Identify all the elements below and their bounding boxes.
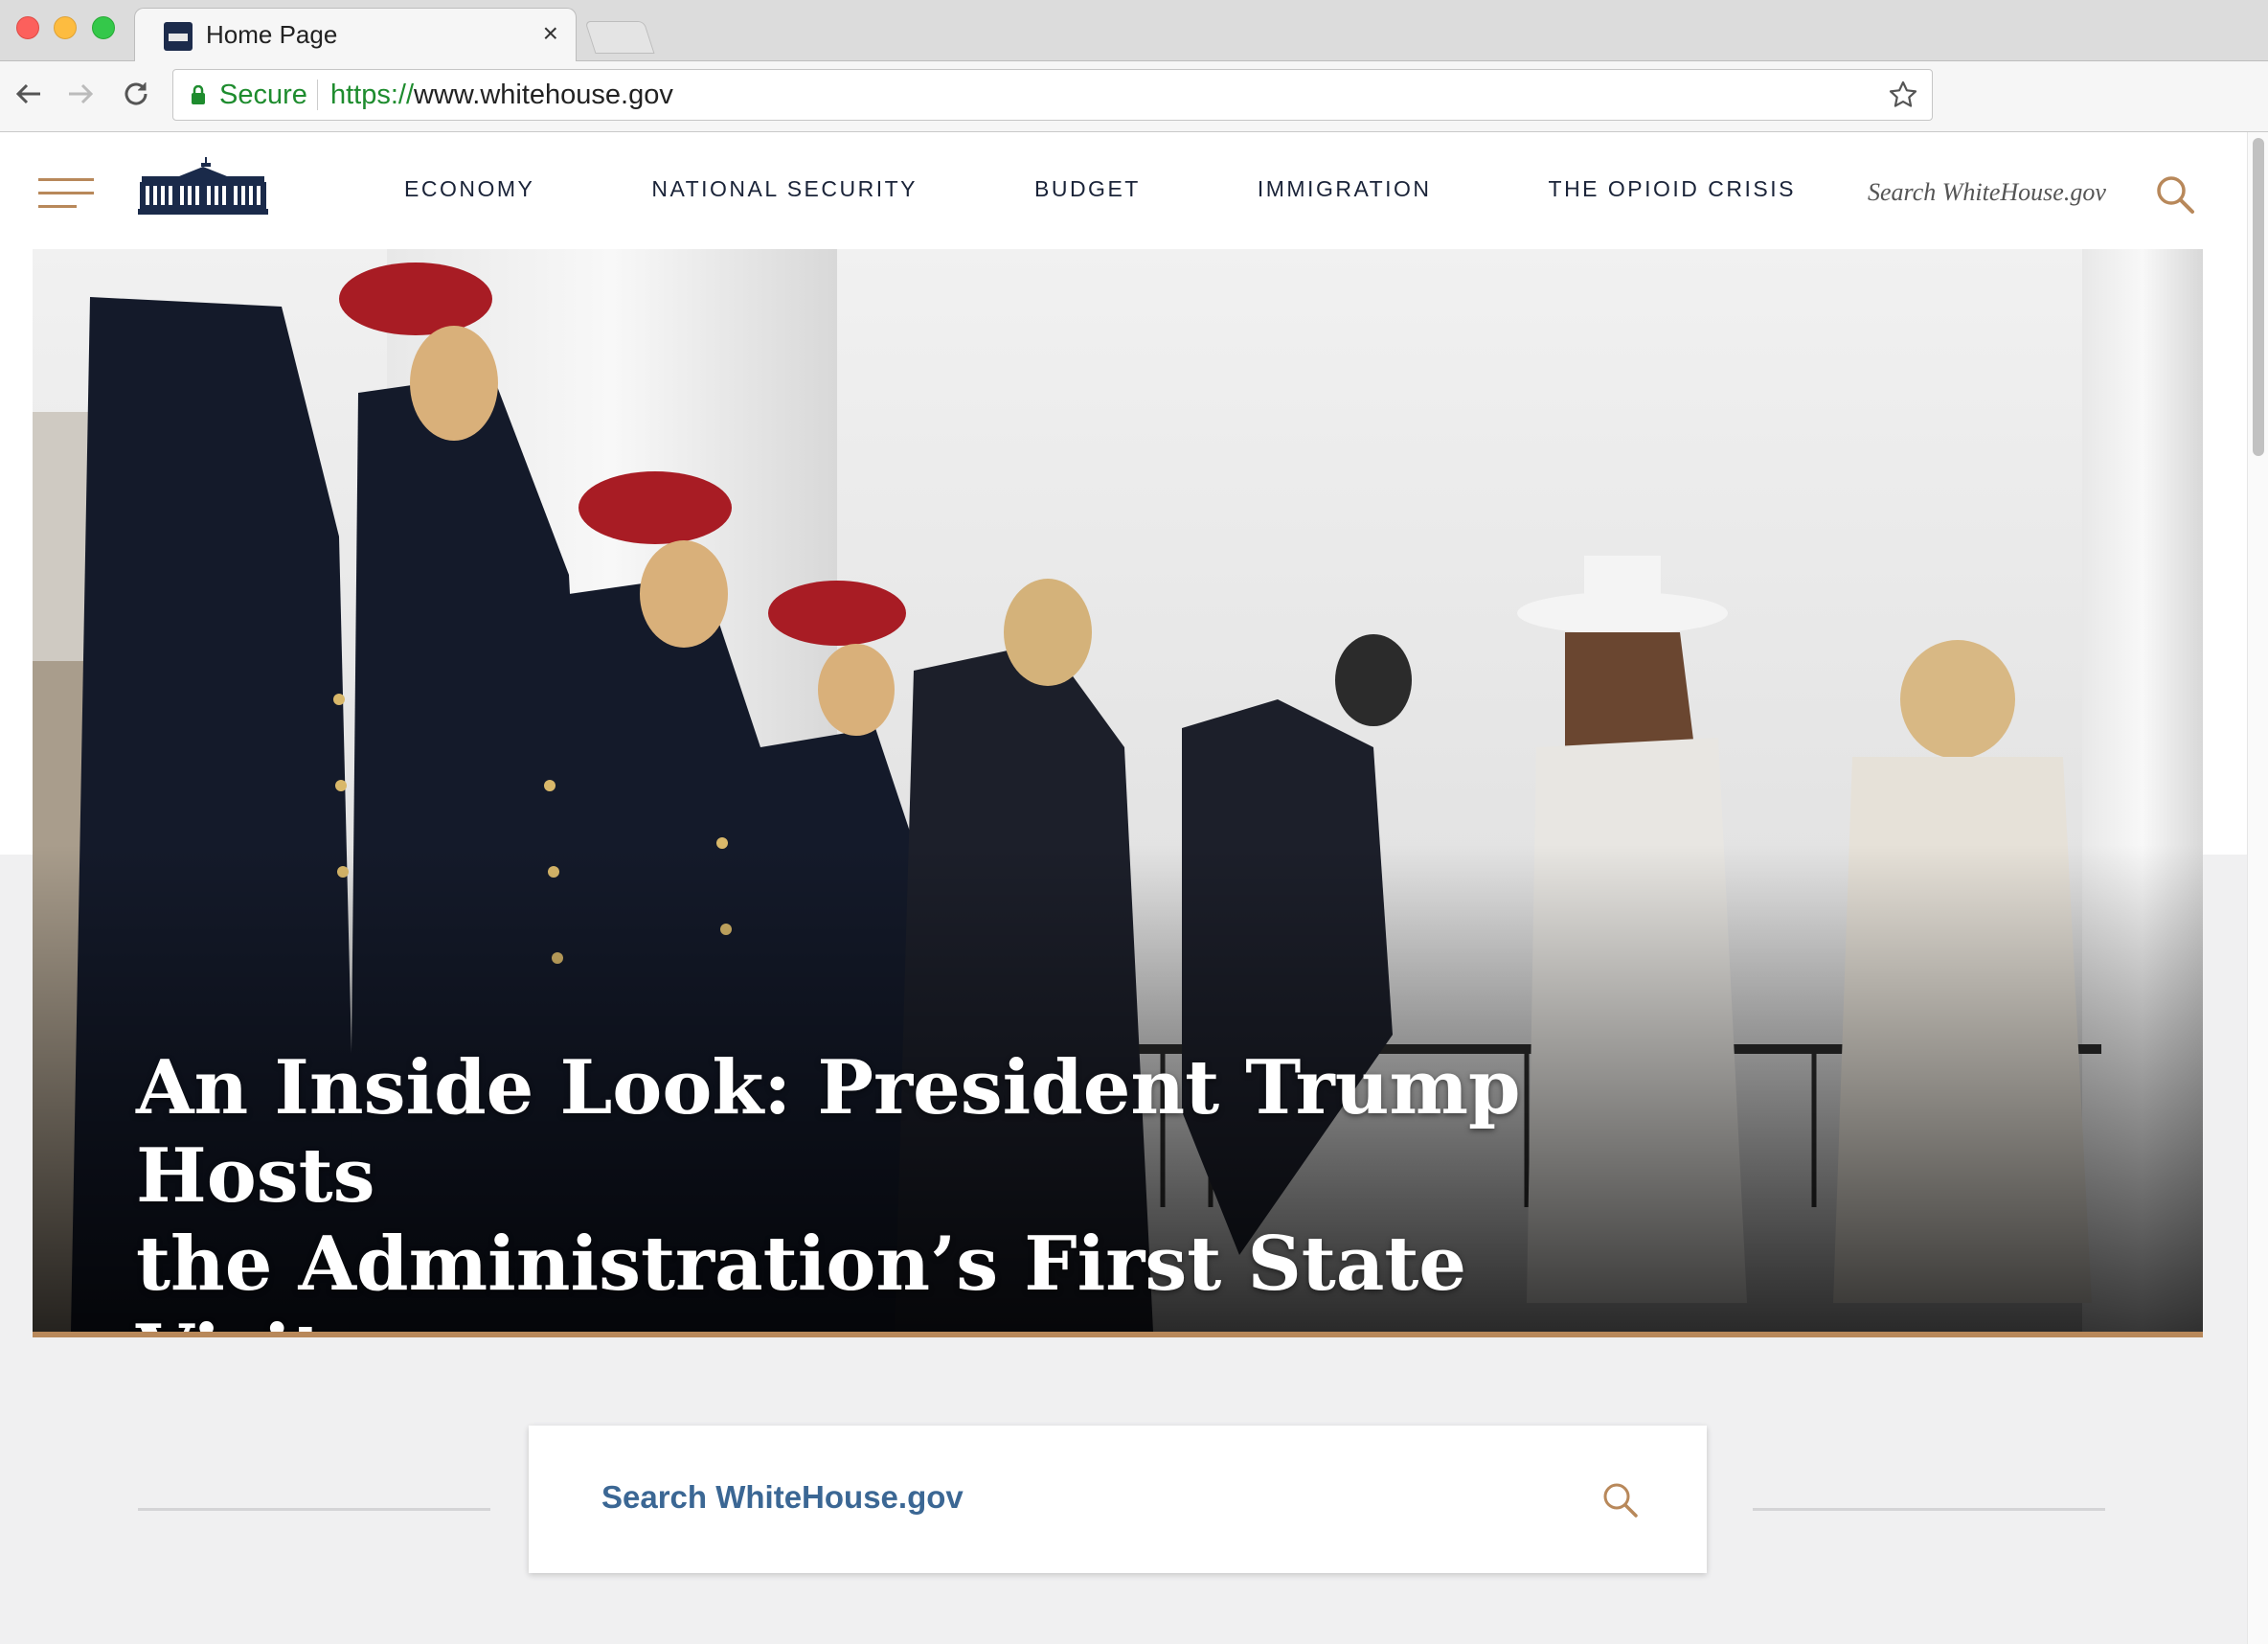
hero-headline[interactable]: An Inside Look: President Trump Hosts th…: [136, 1044, 1668, 1332]
tab-title: Home Page: [206, 20, 338, 49]
site-search-input[interactable]: Search WhiteHouse.gov: [601, 1479, 964, 1516]
whitehouse-page: ECONOMY NATIONAL SECURITY BUDGET IMMIGRA…: [0, 132, 2247, 1644]
forward-arrow-icon[interactable]: [61, 75, 100, 113]
scrollbar-thumb[interactable]: [2253, 138, 2264, 456]
search-divider-right: [1753, 1508, 2105, 1511]
tab-close-icon[interactable]: ×: [543, 18, 558, 49]
maximize-window-button[interactable]: [92, 16, 115, 39]
page-scrollbar[interactable]: [2247, 132, 2268, 1644]
secure-label: Secure: [219, 80, 307, 110]
minimize-window-button[interactable]: [54, 16, 77, 39]
browser-tab[interactable]: Home Page ×: [134, 8, 577, 62]
url-scheme: https://: [330, 80, 415, 110]
hero-headline-line1: An Inside Look: President Trump Hosts: [136, 1044, 1521, 1220]
browser-titlebar: Home Page ×: [0, 0, 2268, 62]
nav-economy[interactable]: ECONOMY: [404, 176, 534, 202]
hero-headline-line2: the Administration’s First State Visit: [136, 1221, 1467, 1332]
header-search-input[interactable]: Search WhiteHouse.gov: [1868, 178, 2106, 207]
nav-budget[interactable]: BUDGET: [1034, 176, 1141, 202]
whitehouse-favicon-icon: [164, 22, 193, 51]
menu-hamburger-icon[interactable]: [38, 178, 94, 211]
nav-immigration[interactable]: IMMIGRATION: [1258, 176, 1432, 202]
hero-feature[interactable]: An Inside Look: President Trump Hosts th…: [33, 249, 2203, 1337]
bookmark-star-icon[interactable]: [1888, 80, 1918, 110]
site-header: ECONOMY NATIONAL SECURITY BUDGET IMMIGRA…: [0, 132, 2247, 249]
address-divider: [317, 80, 318, 110]
search-icon[interactable]: [1601, 1481, 1640, 1519]
browser-toolbar: Secure https://www.whitehouse.gov: [0, 61, 2268, 132]
close-window-button[interactable]: [16, 16, 39, 39]
url-text[interactable]: https://www.whitehouse.gov: [330, 80, 673, 111]
search-divider-left: [138, 1508, 490, 1511]
url-host: www.whitehouse.gov: [414, 80, 673, 110]
new-tab-button[interactable]: [584, 21, 655, 54]
white-house-logo[interactable]: [136, 153, 270, 215]
lock-icon: [192, 85, 205, 104]
header-search-icon[interactable]: [2155, 174, 2195, 215]
back-arrow-icon[interactable]: [10, 75, 48, 113]
site-search-box[interactable]: Search WhiteHouse.gov: [529, 1426, 1707, 1573]
address-bar[interactable]: Secure https://www.whitehouse.gov: [172, 69, 1933, 121]
nav-national-security[interactable]: NATIONAL SECURITY: [651, 176, 918, 202]
reload-icon[interactable]: [117, 75, 155, 113]
main-navigation: ECONOMY NATIONAL SECURITY BUDGET IMMIGRA…: [404, 176, 1913, 202]
nav-opioid-crisis[interactable]: THE OPIOID CRISIS: [1549, 176, 1796, 202]
